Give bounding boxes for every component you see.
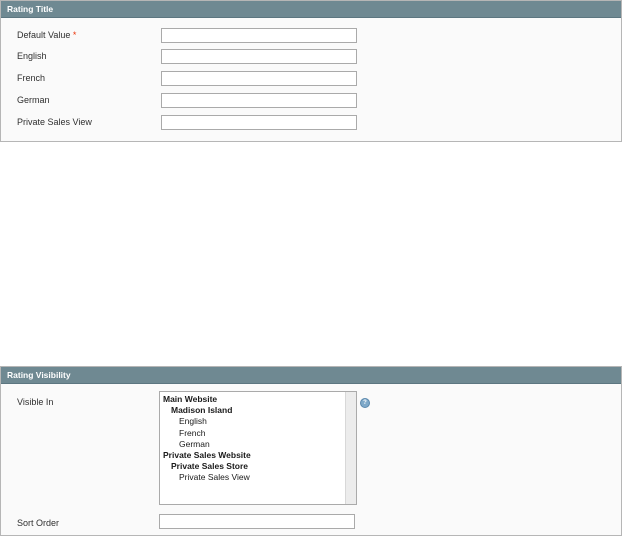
default-value-label-text: Default Value — [17, 30, 71, 40]
default-value-input[interactable] — [161, 28, 357, 43]
private-sales-view-label: Private Sales View — [17, 117, 92, 127]
visible-in-multiselect[interactable]: Main Website Madison Island English Fren… — [159, 391, 357, 505]
german-input[interactable] — [161, 93, 357, 108]
french-label: French — [17, 73, 46, 83]
option-private-sales-website[interactable]: Private Sales Website — [162, 450, 344, 461]
rating-title-legend: Rating Title — [1, 1, 621, 18]
english-input[interactable] — [161, 49, 357, 64]
rating-title-fieldset: Rating Title Default Value * English Fre… — [0, 0, 622, 142]
help-icon[interactable]: ? — [360, 398, 370, 408]
french-input[interactable] — [161, 71, 357, 86]
option-french[interactable]: French — [162, 428, 344, 439]
sort-order-label: Sort Order — [17, 518, 60, 528]
french-row: French — [1, 71, 621, 87]
rating-visibility-legend: Rating Visibility — [1, 367, 621, 384]
option-madison-island[interactable]: Madison Island — [162, 405, 344, 416]
private-sales-view-row: Private Sales View — [1, 115, 621, 131]
option-german[interactable]: German — [162, 439, 344, 450]
private-sales-view-input[interactable] — [161, 115, 357, 130]
visible-in-label: Visible In — [17, 397, 54, 407]
default-value-label: Default Value * — [17, 30, 76, 40]
option-private-sales-store[interactable]: Private Sales Store — [162, 461, 344, 472]
option-private-sales-view[interactable]: Private Sales View — [162, 472, 344, 483]
required-marker: * — [72, 30, 77, 40]
default-value-row: Default Value * — [1, 28, 621, 44]
option-main-website[interactable]: Main Website — [162, 394, 344, 405]
german-row: German — [1, 93, 621, 109]
sort-order-input[interactable] — [159, 514, 355, 529]
rating-visibility-fieldset: Rating Visibility Visible In Main Websit… — [0, 366, 622, 536]
english-row: English — [1, 49, 621, 65]
multiselect-scrollbar[interactable] — [345, 392, 356, 504]
german-label: German — [17, 95, 50, 105]
option-english[interactable]: English — [162, 416, 344, 427]
english-label: English — [17, 51, 47, 61]
visible-in-options: Main Website Madison Island English Fren… — [162, 394, 344, 484]
